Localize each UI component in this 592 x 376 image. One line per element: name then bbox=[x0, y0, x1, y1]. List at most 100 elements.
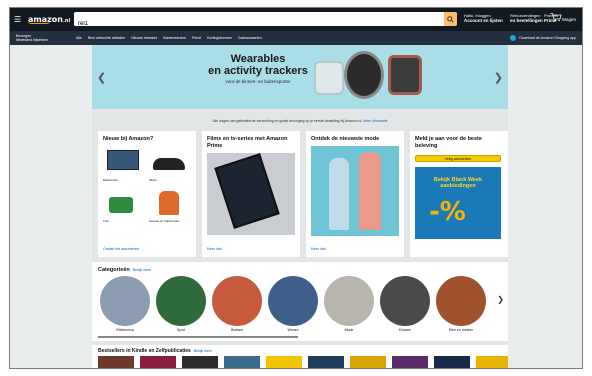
quad-label: Keuken en huishouden bbox=[149, 219, 180, 223]
hero-carousel[interactable]: ❮ Wearables en activity trackers voor de… bbox=[92, 45, 508, 109]
category-item[interactable]: Boeken bbox=[212, 276, 262, 332]
sneaker-image bbox=[149, 148, 189, 176]
search-bar bbox=[74, 12, 457, 26]
search-input[interactable] bbox=[74, 17, 440, 26]
nav-link-customer-service[interactable]: Klantenservice bbox=[163, 36, 186, 40]
category-label: Klussen bbox=[398, 328, 412, 332]
quad-item[interactable]: Tuin bbox=[103, 189, 143, 223]
category-image bbox=[212, 276, 262, 326]
category-label: Boeken bbox=[231, 328, 243, 332]
hero-title-line1: Wearables bbox=[230, 53, 286, 65]
category-item[interactable]: Klussen bbox=[380, 276, 430, 332]
quad-item[interactable]: Elektronica bbox=[103, 148, 143, 182]
amazon-logo[interactable]: amazon.nl bbox=[28, 15, 70, 24]
categories-see-more-link[interactable]: Bekijk meer bbox=[133, 268, 151, 272]
book-cover[interactable] bbox=[266, 356, 302, 368]
category-image bbox=[380, 276, 430, 326]
account-lists-label: Account en lijsten bbox=[464, 18, 503, 23]
book-cover[interactable] bbox=[434, 356, 470, 368]
smartwatch-image bbox=[344, 51, 384, 99]
search-button[interactable] bbox=[444, 12, 457, 26]
categories-title: Categorieën bbox=[98, 267, 130, 273]
black-week-text: Bekijk Black Week aanbiedingen bbox=[433, 177, 483, 189]
book-cover[interactable] bbox=[392, 356, 428, 368]
category-item[interactable]: Eten en drinken bbox=[436, 276, 486, 332]
hero-subtitle: voor de binnen- en buitensporter bbox=[225, 79, 291, 84]
homepage-content: ❮ Wearables en activity trackers voor de… bbox=[92, 45, 508, 368]
shipping-notice: Alle dagen van gelimiteerde verzending e… bbox=[92, 109, 508, 131]
quad-label: Tuin bbox=[103, 219, 109, 223]
fashion-image[interactable] bbox=[311, 146, 399, 236]
nav-link-new-releases[interactable]: Nieuwe releases bbox=[131, 36, 157, 40]
card-link[interactable]: Meer info bbox=[311, 247, 326, 251]
kindle-heading: Bestsellers in Kindle en Zelfpublicaties… bbox=[98, 348, 212, 354]
nav-link-gift-cards[interactable]: Cadeaukaarten bbox=[238, 36, 262, 40]
category-label: Mode bbox=[344, 328, 354, 332]
lawnmower-image bbox=[103, 189, 143, 217]
black-week-banner[interactable]: Bekijk Black Week aanbiedingen -% bbox=[415, 167, 501, 239]
card-link[interactable]: Ontdek het assortiment bbox=[103, 247, 139, 251]
nav-link-bestsellers[interactable]: Best verkochte artikelen bbox=[88, 36, 125, 40]
app-promo[interactable]: Download de Amazon Shopping app bbox=[510, 35, 576, 41]
app-promo-text: Download de Amazon Shopping app bbox=[519, 36, 576, 40]
account-menu[interactable]: Hallo, Inloggen Account en lijsten bbox=[464, 13, 503, 23]
book-cover[interactable] bbox=[308, 356, 344, 368]
hamburger-menu-icon[interactable]: ☰ bbox=[14, 15, 24, 24]
category-image bbox=[156, 276, 206, 326]
book-cover[interactable] bbox=[140, 356, 176, 368]
book-cover[interactable] bbox=[224, 356, 260, 368]
categories-heading: Categorieën Bekijk meer bbox=[98, 267, 151, 273]
hero-title: Wearables en activity trackers bbox=[188, 53, 328, 77]
card-link[interactable]: Meer info bbox=[207, 247, 222, 251]
category-item[interactable]: Elektronica bbox=[100, 276, 150, 332]
book-cover[interactable] bbox=[350, 356, 386, 368]
kindle-bestsellers-strip: Bestsellers in Kindle en Zelfpublicaties… bbox=[92, 345, 508, 368]
quad-label: Mode bbox=[149, 178, 157, 182]
browser-viewport: ☰ amazon.nl Hallo, Inloggen Account en l… bbox=[9, 7, 583, 369]
carousel-next-icon[interactable]: ❯ bbox=[497, 295, 504, 304]
cart-button[interactable]: 0 Wagen bbox=[550, 12, 576, 22]
category-image bbox=[100, 276, 150, 326]
cart-count: 0 bbox=[556, 14, 558, 18]
signin-button[interactable]: Veilig aanmelden bbox=[415, 155, 501, 162]
shipping-notice-text: Alle dagen van gelimiteerde verzending e… bbox=[212, 119, 363, 123]
monitor-image bbox=[103, 148, 143, 176]
carousel-next-icon[interactable]: ❯ bbox=[494, 71, 503, 84]
book-cover[interactable] bbox=[476, 356, 508, 368]
tablet-image[interactable] bbox=[207, 153, 295, 235]
category-item[interactable]: Sport bbox=[156, 276, 206, 332]
kindle-see-more-link[interactable]: Bekijk meer bbox=[194, 349, 212, 353]
category-label: Eten en drinken bbox=[448, 328, 474, 332]
cart-label: Wagen bbox=[561, 17, 576, 22]
nav-link-coupons[interactable]: Kortingsbonnen bbox=[207, 36, 232, 40]
categories-carousel: Categorieën Bekijk meer Elektronica Sport… bbox=[92, 262, 508, 341]
quad-item[interactable]: Keuken en huishouden bbox=[149, 189, 189, 223]
category-item[interactable]: Mode bbox=[324, 276, 374, 332]
orders-link[interactable]: Retourzendingen en bestellingen bbox=[510, 13, 543, 23]
app-icon bbox=[510, 35, 517, 41]
discount-percent: -% bbox=[429, 197, 466, 227]
orders-label: en bestellingen bbox=[510, 18, 543, 23]
fitness-watch-image bbox=[388, 55, 422, 95]
book-cover[interactable] bbox=[182, 356, 218, 368]
card-title: Ontdek de nieuwste mode bbox=[311, 136, 380, 142]
carousel-prev-icon[interactable]: ❮ bbox=[97, 71, 106, 84]
nav-link-all[interactable]: Alle bbox=[76, 36, 82, 40]
carousel-scrollbar[interactable] bbox=[98, 336, 298, 338]
kindle-title: Bestsellers in Kindle en Zelfpublicaties bbox=[98, 348, 191, 354]
mixer-image bbox=[149, 189, 189, 217]
category-image bbox=[268, 276, 318, 326]
category-item[interactable]: Wonen bbox=[268, 276, 318, 332]
book-cover[interactable] bbox=[98, 356, 134, 368]
delivery-location[interactable]: Bezorgen Nederland bijwerken bbox=[16, 34, 56, 42]
quad-item[interactable]: Mode bbox=[149, 148, 189, 182]
shopping-cart-icon: 0 bbox=[550, 13, 562, 22]
card-title: Nieuw bij Amazon? bbox=[103, 136, 154, 142]
category-image bbox=[436, 276, 486, 326]
shipping-notice-link[interactable]: Meer informatie bbox=[363, 119, 387, 123]
card-new-at-amazon: Nieuw bij Amazon? Elektronica Mode Tuin bbox=[98, 131, 196, 257]
window-scrollbar[interactable] bbox=[10, 368, 70, 369]
card-signin: Meld je aan voor de beste beleving Veili… bbox=[410, 131, 508, 257]
nav-link-prime[interactable]: Prime bbox=[192, 36, 201, 40]
search-icon bbox=[447, 15, 454, 23]
